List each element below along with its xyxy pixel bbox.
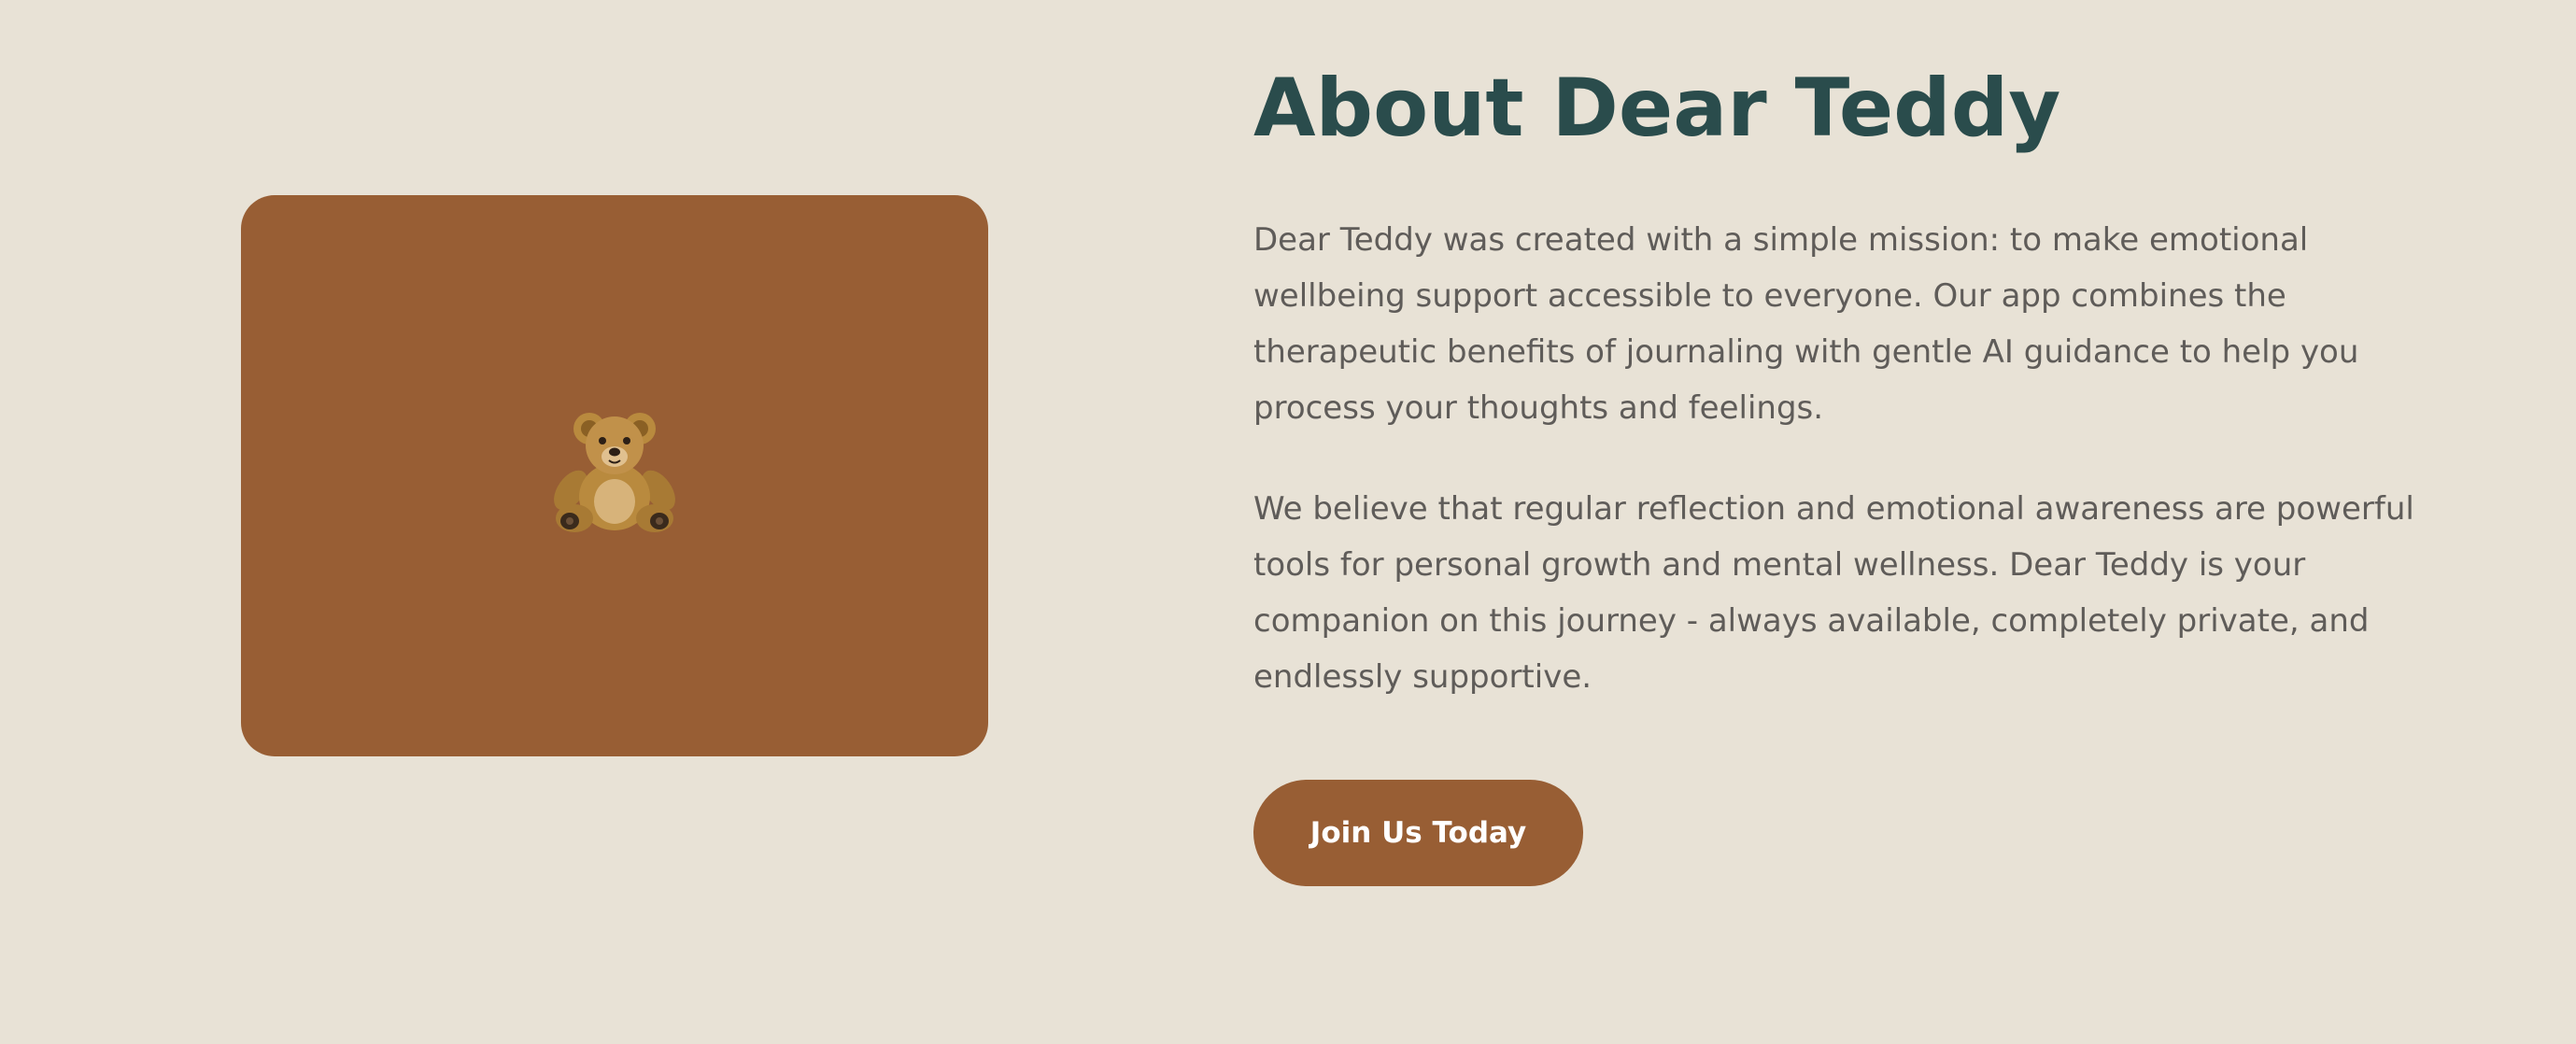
about-mission-paragraph: Dear Teddy was created with a simple mis… — [1253, 221, 2359, 427]
about-belief-paragraph: We believe that regular reflection and e… — [1253, 490, 2414, 696]
about-image-card — [241, 195, 988, 756]
join-us-today-button[interactable]: Join Us Today — [1253, 780, 1583, 886]
teddy-bear-icon — [554, 413, 675, 532]
about-title: About Dear Teddy — [1253, 62, 2061, 155]
